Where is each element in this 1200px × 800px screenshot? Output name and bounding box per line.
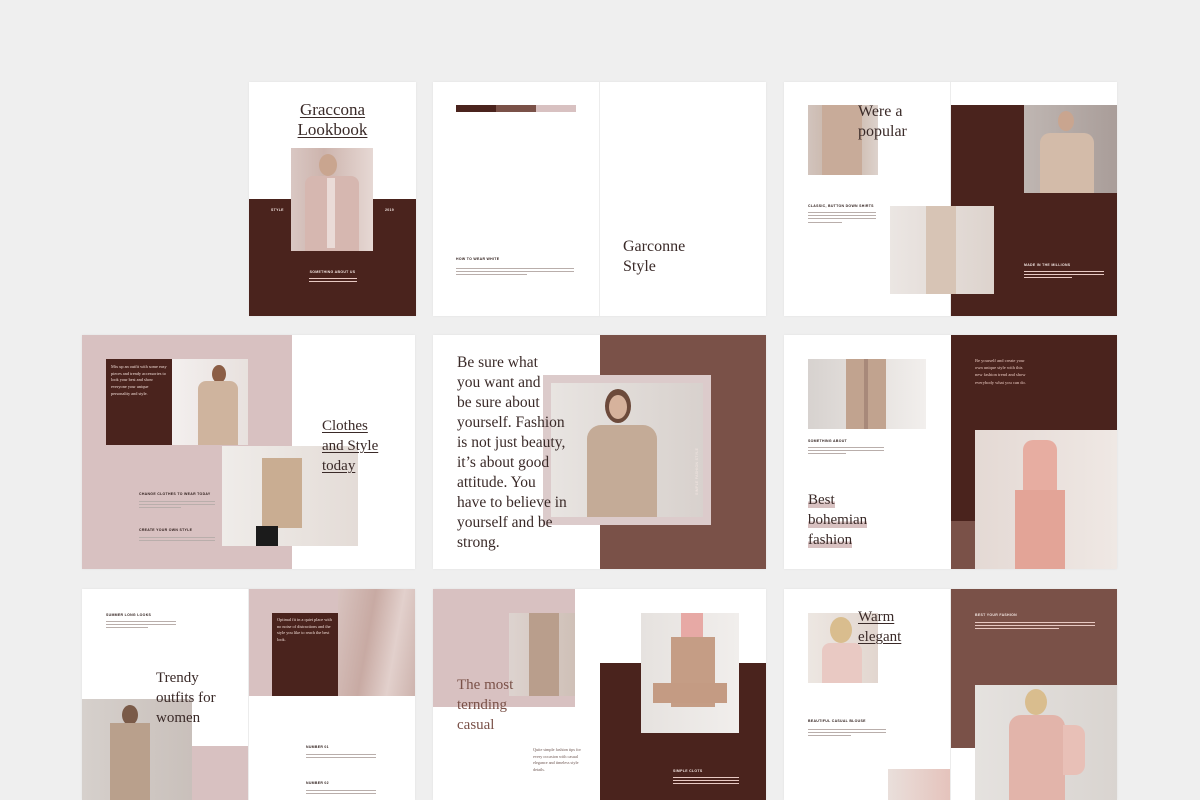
style-label: STYLE [271, 208, 284, 212]
spread-clothes-and-style: Mix up an outfit with some easy pieces a… [82, 335, 415, 569]
section-head: SOMETHING ABOUT [808, 439, 847, 443]
quote-line-10: strong. [457, 534, 500, 551]
quote-line-2: you want and [457, 374, 541, 391]
title-line3: today [322, 458, 356, 474]
spread-best-bohemian: SOMETHING ABOUT Best bohemian fashion Be… [784, 335, 1117, 569]
ruffle-dress-photo [975, 685, 1117, 800]
small-detail-photo [888, 769, 950, 800]
section-head: SIMPLE CLOTS [673, 769, 703, 773]
spread-were-a-popular: Were a popular CLASSIC, BUTTON DOWN SHIR… [784, 82, 1117, 316]
body-text-left [808, 212, 876, 225]
spread-trendy-outfits: SUMMER LONG LOOKS Trendy outfits for wom… [82, 589, 415, 800]
section-head-right: BEST YOUR FASHION [975, 613, 1017, 617]
body-text-1 [139, 501, 215, 511]
vertical-label: SIMPLE FASHION STYLE [695, 447, 699, 495]
quote-line-9: yourself and be [457, 514, 553, 531]
title-line2: bohemian [808, 512, 868, 530]
quote-text: Mix up an outfit with some easy pieces a… [111, 364, 167, 396]
color-swatch-brown [496, 105, 536, 112]
page-fold [599, 82, 600, 316]
coat-photo [890, 206, 994, 294]
cover-title-line1: Graccona [299, 100, 366, 119]
section-head: SUMMER LONG LOOKS [106, 613, 152, 617]
number-01-text [306, 754, 376, 760]
spread-graccona-lookbook: Graccona Lookbook STYLE 2019 SOMETHING A… [249, 82, 416, 316]
body-text [456, 268, 574, 278]
number-02-text [306, 790, 376, 796]
trousers-detail-photo [509, 613, 575, 696]
color-swatch-rose [536, 105, 576, 112]
sweater-photo [172, 359, 248, 445]
title-line1: Trendy [156, 670, 199, 686]
title-line3: fashion [808, 532, 853, 550]
seated-woman-photo [641, 613, 739, 733]
title-line1: Best [808, 492, 835, 510]
pink-suit-photo [975, 430, 1117, 569]
quote-line-4: yourself. Fashion [457, 414, 565, 431]
heading-line1: Garconne [623, 238, 686, 255]
draped-fabric-photo [338, 589, 415, 696]
coat-photo [291, 148, 373, 251]
title-line2: outfits for [156, 690, 216, 706]
number-01: NUMBER 01 [306, 745, 329, 749]
body-text [808, 447, 884, 457]
body-text [106, 621, 176, 631]
title-line1: The most [457, 677, 514, 693]
quote-line-8: have to believe in [457, 494, 567, 511]
title-line2: and Style [322, 438, 379, 454]
spread-be-sure-quote: Be sure what you want and be sure about … [433, 335, 766, 569]
title-line2: elegant [858, 629, 902, 645]
section-head-1: CHANGE CLOTHES TO WEAR TODAY [139, 492, 211, 496]
body-text [673, 777, 739, 787]
quote-line-3: be sure about [457, 394, 540, 411]
spread-warm-elegant: Warm elegant BEAUTIFUL CASUAL BLOUSE BES… [784, 589, 1117, 800]
section-head-left: CLASSIC, BUTTON DOWN SHIRTS [808, 204, 874, 208]
quote-line-6: it’s about good [457, 454, 550, 471]
woman-sweater-photo [543, 375, 711, 525]
title-line3: women [156, 710, 201, 726]
cover-title-line2: Lookbook [297, 120, 368, 139]
body-text-2 [139, 537, 215, 543]
quote-line-5: is not just beauty, [457, 434, 566, 451]
number-02: NUMBER 02 [306, 781, 329, 785]
sub-label: SOMETHING ABOUT US [309, 270, 356, 274]
title-line1: Were a [858, 103, 903, 120]
section-head-right: MADE IN THE MILLIONS [1024, 263, 1071, 267]
quote-text: Optimal fit in a quiet place with no noi… [277, 617, 332, 642]
title-line1: Warm [858, 609, 895, 625]
cover-body-text [309, 278, 357, 284]
spread-most-trending-casual: The most ternding casual Quite simple fa… [433, 589, 766, 800]
color-swatch-dark [456, 105, 496, 112]
section-head-left: BEAUTIFUL CASUAL BLOUSE [808, 719, 866, 723]
body-text-right [1024, 271, 1104, 281]
heading-line2: Style [623, 258, 656, 275]
quote-text: Be yourself and create your own unique s… [975, 358, 1026, 385]
title-line2-text: bohemian [808, 512, 868, 528]
brown-strip [951, 521, 975, 569]
title-line2: ternding [457, 697, 507, 713]
body-text-right [975, 622, 1095, 632]
title-line1: Clothes [322, 418, 368, 434]
section-head-2: CREATE YOUR OWN STYLE [139, 528, 193, 532]
title-line2: popular [858, 123, 907, 140]
quote-line-7: attitude. You [457, 474, 536, 491]
sweater-photo [1024, 105, 1117, 193]
wide-pants-photo [808, 359, 926, 429]
body-text-left [808, 729, 886, 739]
spread-garconne-style: HOW TO WEAR WHITE Garconne Style [433, 82, 766, 316]
title-line1-text: Best [808, 492, 835, 508]
rose-block [192, 746, 248, 800]
section-head: HOW TO WEAR WHITE [456, 257, 500, 261]
quote-text: Quite simple fashion tips for every occa… [533, 747, 581, 773]
title-line3-text: fashion [808, 532, 853, 548]
year-label: 2019 [385, 208, 394, 212]
quote-line-1: Be sure what [457, 354, 538, 371]
title-line3: casual [457, 717, 495, 733]
